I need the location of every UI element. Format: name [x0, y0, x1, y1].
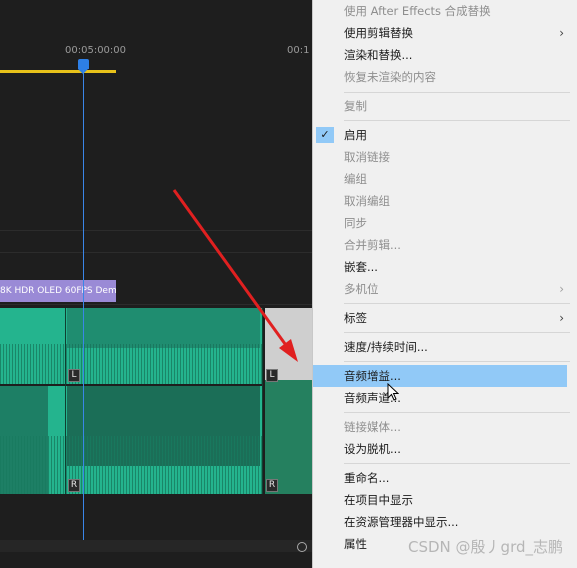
annotation-arrow-icon [172, 189, 298, 362]
watermark: CSDN @殷丿grd_志鹏 [408, 538, 563, 556]
mouse-cursor-icon [387, 383, 399, 401]
